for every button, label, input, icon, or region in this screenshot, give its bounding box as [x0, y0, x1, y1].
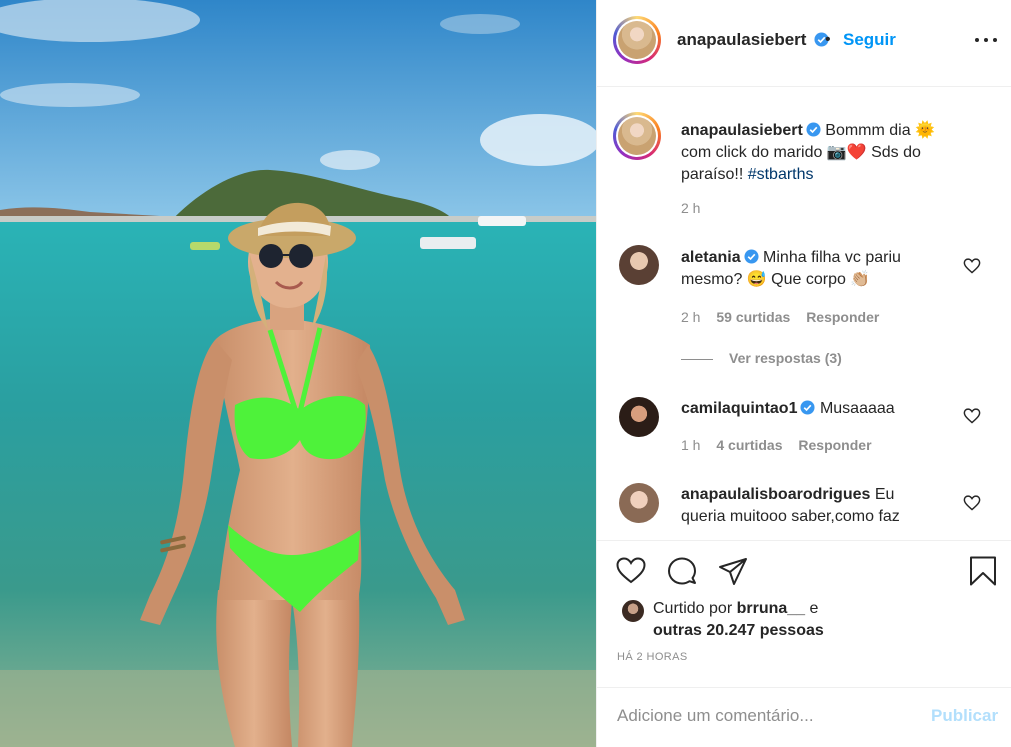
- replies-divider: [681, 358, 713, 360]
- comment-like-icon[interactable]: [963, 258, 981, 274]
- commenter-avatar[interactable]: [619, 483, 659, 523]
- post-details-panel: anapaulasiebert • Seguir anapaulasiebert…: [596, 0, 1011, 747]
- liked-by-user[interactable]: brruna__: [737, 600, 805, 617]
- reply-button[interactable]: Responder: [806, 309, 879, 325]
- comment-meta: 2 h 59 curtidas Responder: [681, 309, 880, 325]
- commenter-username[interactable]: aletania: [681, 249, 741, 266]
- post-caption: anapaulasiebert Bommm dia 🌞 com click do…: [681, 122, 935, 183]
- comment-input[interactable]: Adicione um comentário...: [617, 706, 814, 726]
- comment-item: camilaquintao1 Musaaaaa: [681, 400, 895, 417]
- comment-item: anapaulalisboarodrigues Eu queria muitoo…: [681, 486, 900, 525]
- bookmark-icon[interactable]: [967, 555, 999, 587]
- liked-others-link[interactable]: outras 20.247 pessoas: [653, 622, 824, 639]
- author-username[interactable]: anapaulasiebert: [677, 30, 829, 50]
- reply-button[interactable]: Responder: [798, 437, 871, 453]
- liked-by-avatar[interactable]: [621, 599, 645, 623]
- more-options-icon[interactable]: [975, 32, 997, 48]
- post-header: anapaulasiebert • Seguir: [597, 0, 1011, 87]
- caption-time: 2 h: [681, 200, 701, 216]
- verified-icon: [744, 249, 759, 264]
- comments-list[interactable]: anapaulasiebert Bommm dia 🌞 com click do…: [597, 88, 1011, 540]
- comment-like-icon[interactable]: [963, 408, 981, 424]
- comment-likes[interactable]: 4 curtidas: [716, 437, 782, 453]
- post-photo[interactable]: [0, 0, 596, 747]
- heart-icon[interactable]: [615, 555, 647, 587]
- comment-likes[interactable]: 59 curtidas: [716, 309, 790, 325]
- share-icon[interactable]: [717, 555, 749, 587]
- post-actions: Curtido por brruna__ e outras 20.247 pes…: [597, 540, 1011, 687]
- separator-dot: •: [825, 31, 831, 48]
- caption-username[interactable]: anapaulasiebert: [681, 122, 803, 139]
- commenter-username[interactable]: camilaquintao1: [681, 400, 797, 417]
- comment-meta: 1 h 4 curtidas Responder: [681, 437, 872, 453]
- view-replies-button[interactable]: Ver respostas (3): [681, 350, 842, 366]
- comment-like-icon[interactable]: [963, 495, 981, 511]
- hashtag-link[interactable]: #stbarths: [748, 166, 814, 183]
- author-avatar[interactable]: [613, 16, 661, 64]
- add-comment-bar: Adicione um comentário... Publicar: [597, 687, 1011, 747]
- follow-button[interactable]: Seguir: [843, 30, 896, 50]
- post-time-ago[interactable]: Há 2 horas: [617, 651, 688, 663]
- beach-photo: [0, 0, 596, 747]
- commenter-avatar[interactable]: [619, 397, 659, 437]
- caption-author-avatar[interactable]: [613, 112, 661, 160]
- comment-item: aletania Minha filha vc pariu mesmo? 😅 Q…: [681, 249, 901, 288]
- commenter-avatar[interactable]: [619, 245, 659, 285]
- commenter-username[interactable]: anapaulalisboarodrigues: [681, 486, 870, 503]
- verified-icon: [800, 400, 816, 415]
- verified-icon: [806, 122, 821, 137]
- liked-by-text: Curtido por brruna__ e outras 20.247 pes…: [653, 600, 824, 639]
- publish-button[interactable]: Publicar: [931, 706, 998, 726]
- comment-icon[interactable]: [666, 555, 698, 587]
